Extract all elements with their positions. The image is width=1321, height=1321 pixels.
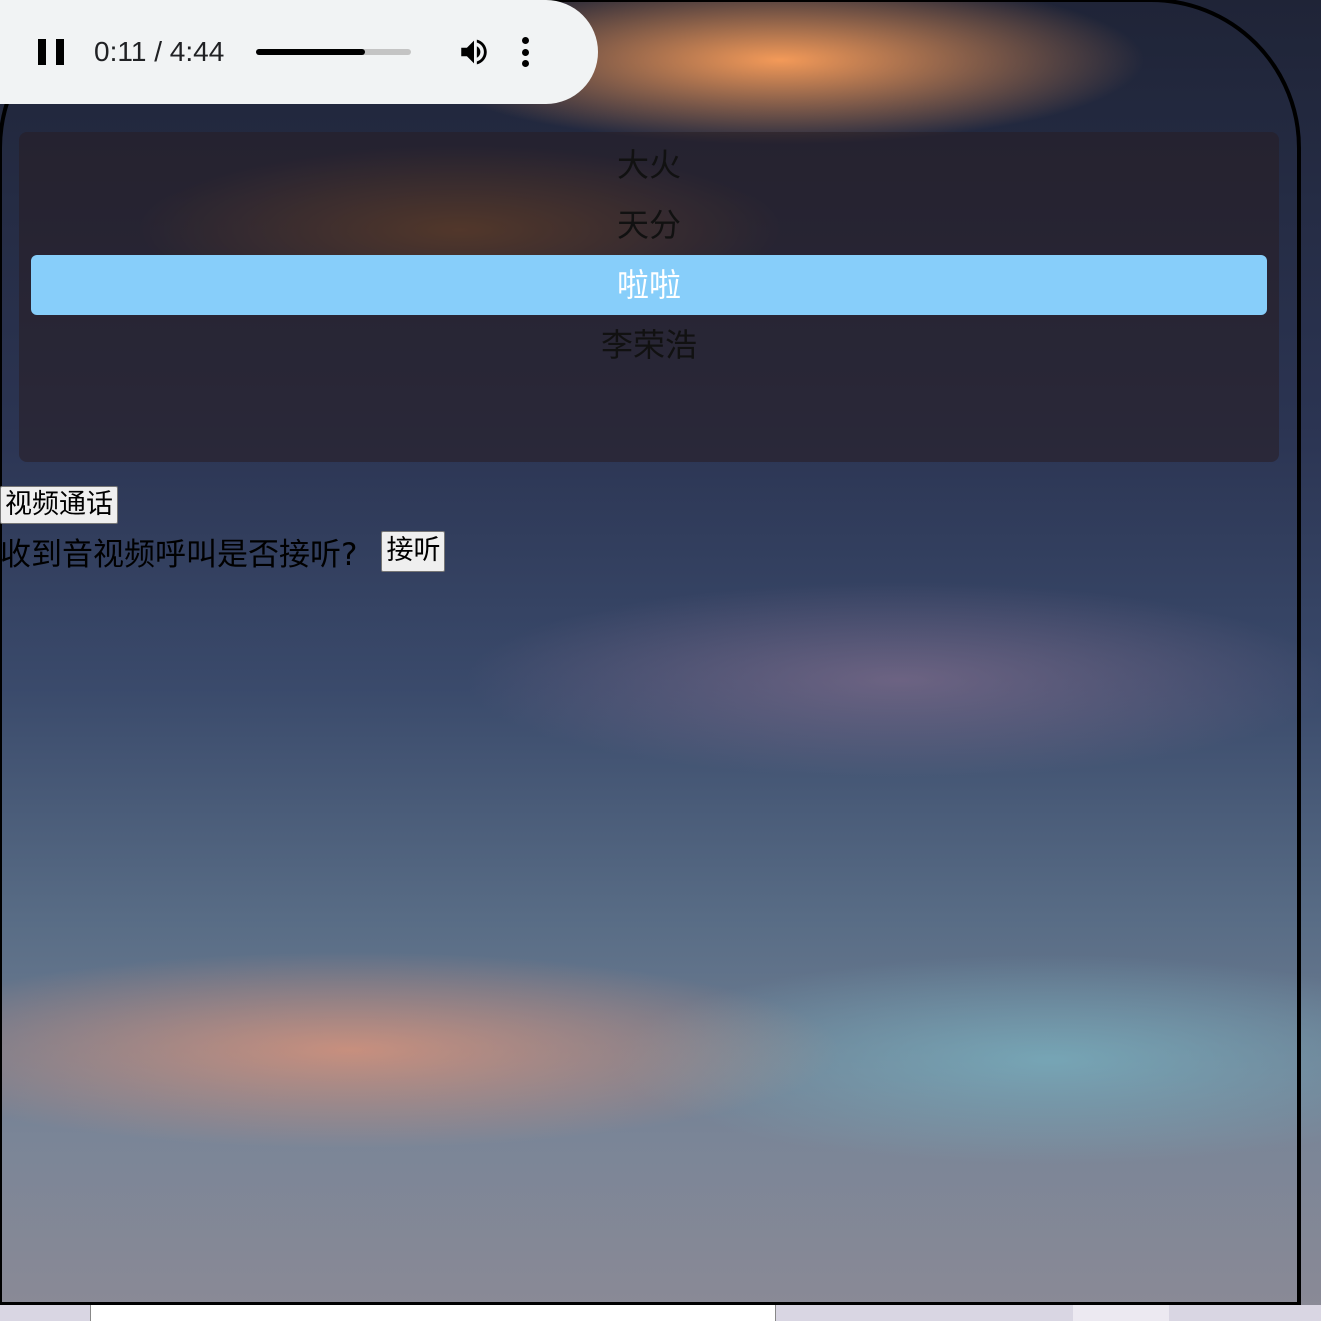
duration: 4:44 bbox=[169, 36, 225, 67]
current-time: 0:11 bbox=[94, 36, 147, 67]
bottom-strip-segment bbox=[1073, 1305, 1169, 1321]
video-call-button[interactable]: 视频通话 bbox=[0, 486, 118, 524]
volume-icon[interactable] bbox=[457, 35, 491, 69]
contact-item[interactable]: 天分 bbox=[31, 195, 1267, 255]
contact-item[interactable]: 李荣浩 bbox=[31, 315, 1267, 375]
bottom-strip-segment bbox=[90, 1305, 776, 1321]
bottom-strip bbox=[0, 1305, 1321, 1321]
incoming-call-prompt: 收到音视频呼叫是否接听? bbox=[0, 536, 358, 573]
contact-item[interactable]: 大火 bbox=[31, 135, 1267, 195]
pause-icon[interactable] bbox=[38, 39, 64, 65]
answer-button[interactable]: 接听 bbox=[381, 530, 446, 572]
progress-bar[interactable] bbox=[256, 49, 412, 55]
contact-item-selected[interactable]: 啦啦 bbox=[31, 255, 1267, 315]
incoming-call-row: 收到音视频呼叫是否接听? 接听 bbox=[0, 530, 446, 573]
time-separator: / bbox=[146, 36, 170, 67]
time-display: 0:11 / 4:44 bbox=[94, 36, 224, 68]
progress-fill bbox=[256, 49, 365, 55]
contact-list: 大火 天分 啦啦 李荣浩 bbox=[19, 132, 1279, 462]
audio-player[interactable]: 0:11 / 4:44 bbox=[0, 0, 598, 104]
more-options-icon[interactable] bbox=[521, 37, 529, 67]
